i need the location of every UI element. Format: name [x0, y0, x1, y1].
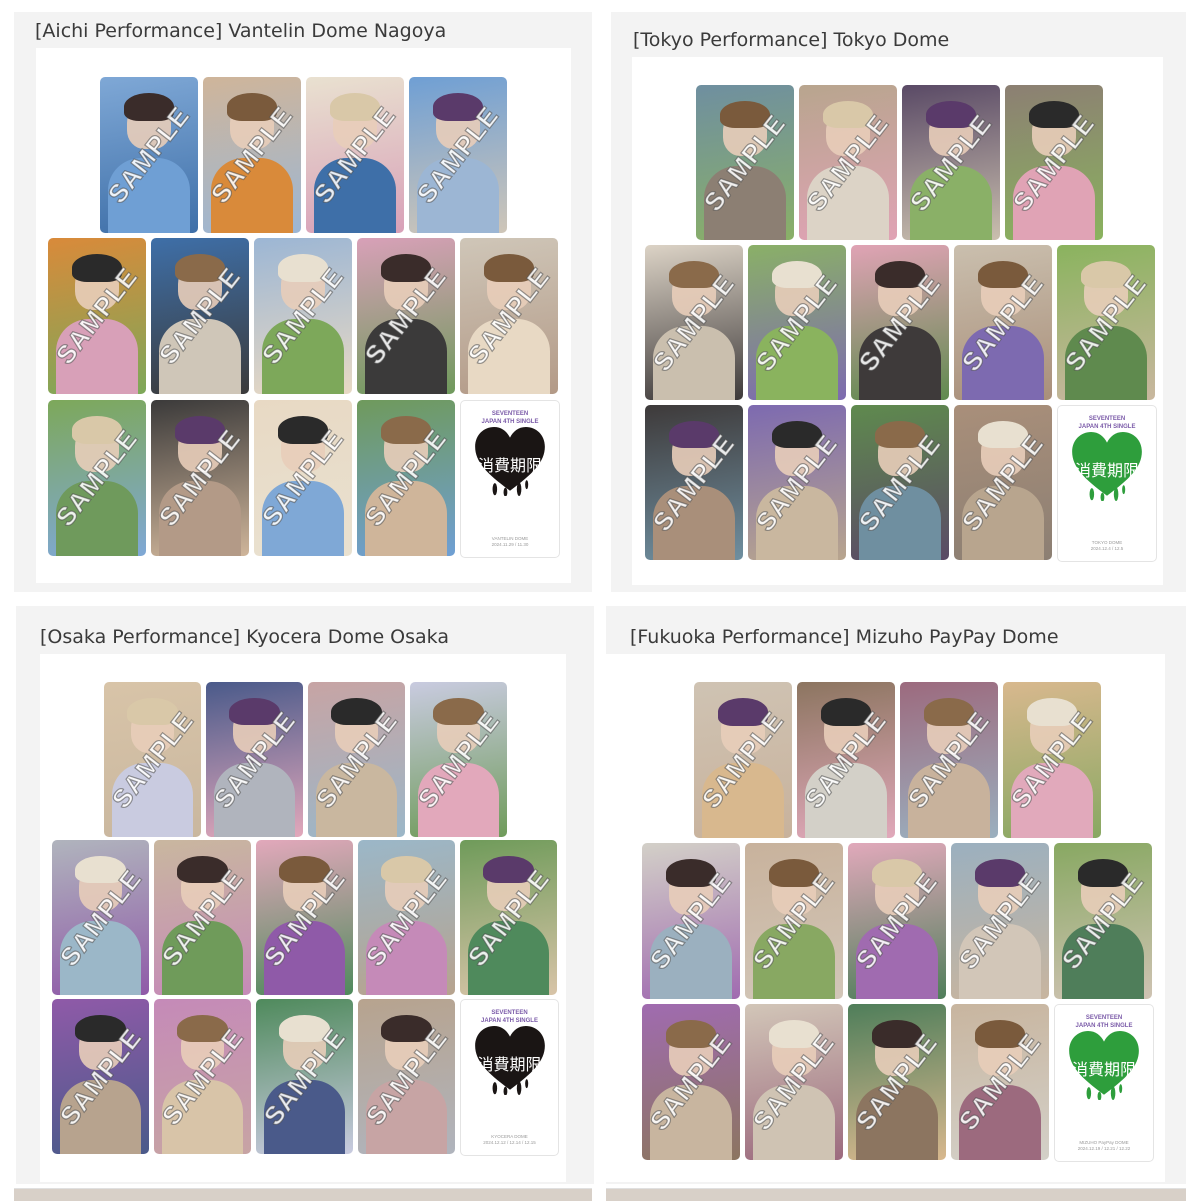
photocard: SAMPLE [203, 77, 301, 233]
photocard: SAMPLE [902, 85, 1000, 240]
heart-drip [1097, 1091, 1102, 1101]
photocard: SAMPLE [1057, 245, 1155, 400]
heart-drip [503, 1086, 507, 1095]
photocard: SAMPLE [154, 999, 251, 1154]
heart-drip [1122, 484, 1126, 495]
special-single-card: SEVENTEEN JAPAN 4TH SINGLE 消費期限 MIZUHO PayP… [1054, 1004, 1154, 1162]
photocard: SAMPLE [1054, 843, 1152, 999]
card-jp-title: 消費期限 [1071, 1060, 1136, 1080]
photocard: SAMPLE [799, 85, 897, 240]
card-artist-name: SEVENTEEN [491, 411, 529, 417]
photocard: SAMPLE [100, 77, 198, 233]
photocard: SAMPLE [357, 400, 455, 556]
heart-drip [1113, 487, 1119, 501]
photocard: SAMPLE [645, 245, 743, 400]
card-date: 2024.11.29 / 11.30 [491, 542, 529, 547]
photocard: SAMPLE [851, 405, 949, 560]
panel-title-aichi: [Aichi Performance] Vantelin Dome Nagoya [35, 20, 447, 42]
photocard: SAMPLE [358, 840, 455, 995]
photocard: SAMPLE [256, 999, 353, 1154]
panel-title-osaka: [Osaka Performance] Kyocera Dome Osaka [40, 626, 449, 648]
heart-drip [516, 1081, 521, 1095]
card-venue: TOKYO DOME [1091, 540, 1123, 545]
heart-drip [492, 483, 498, 496]
card-artist-name: SEVENTEEN [1088, 416, 1126, 422]
photocard: SAMPLE [645, 405, 743, 560]
card-date: 2024.12.4 / 12.5 [1090, 546, 1124, 551]
photocard: SAMPLE [848, 1004, 946, 1160]
heart-drip [1119, 1084, 1123, 1094]
photocard: SAMPLE [954, 245, 1052, 400]
heart-drip [525, 480, 529, 490]
photocard: SAMPLE [154, 840, 251, 995]
panel-title-fukuoka: [Fukuoka Performance] Mizuho PayPay Dome [630, 626, 1059, 648]
card-artist-name: SEVENTEEN [491, 1010, 528, 1016]
photocard: SAMPLE [52, 999, 149, 1154]
card-artist-name: SEVENTEEN [1085, 1015, 1123, 1021]
heart-drip [1089, 488, 1095, 501]
card-venue: MIZUHO PayPay DOME [1079, 1140, 1129, 1145]
panel-title-tokyo: [Tokyo Performance] Tokyo Dome [633, 29, 950, 51]
photocard: SAMPLE [206, 682, 303, 837]
photocard: SAMPLE [696, 85, 794, 240]
photocard: SAMPLE [900, 682, 998, 838]
card-date: 2024.12.12 / 12.14 / 12.15 [483, 1140, 536, 1145]
special-single-card: SEVENTEEN JAPAN 4TH SINGLE 消費期限 KYOCERA DOM… [460, 999, 559, 1156]
next-row-edge [606, 1188, 1186, 1201]
heart-drip [1110, 1086, 1116, 1101]
photocard: SAMPLE [460, 238, 558, 394]
photocard: SAMPLE [460, 840, 557, 995]
photocard: SAMPLE [1005, 85, 1103, 240]
photocard: SAMPLE [951, 1004, 1049, 1160]
photocard: SAMPLE [254, 238, 352, 394]
photocard: SAMPLE [52, 840, 149, 995]
photocard: SAMPLE [951, 843, 1049, 999]
card-date: 2024.12.19 / 12.21 / 12.22 [1077, 1146, 1131, 1151]
card-jp-title: 消費期限 [477, 1055, 542, 1075]
photocard: SAMPLE [851, 245, 949, 400]
photocard: SAMPLE [151, 400, 249, 556]
photocard: SAMPLE [694, 682, 792, 838]
photocard: SAMPLE [357, 238, 455, 394]
photocard: SAMPLE [954, 405, 1052, 560]
special-single-card: SEVENTEEN JAPAN 4TH SINGLE 消費期限 VANTELIN DO… [460, 400, 560, 558]
photocard: SAMPLE [797, 682, 895, 838]
photocard: SAMPLE [254, 400, 352, 556]
card-venue: KYOCERA DOME [491, 1134, 528, 1139]
photocard: SAMPLE [745, 843, 843, 999]
photocard: SAMPLE [748, 245, 846, 400]
photocard: SAMPLE [748, 405, 846, 560]
heart-drip [1086, 1087, 1092, 1100]
photocard: SAMPLE [1003, 682, 1101, 838]
heart-drip [516, 482, 522, 497]
photocard: SAMPLE [642, 1004, 740, 1160]
photocard: SAMPLE [358, 999, 455, 1154]
photocard: SAMPLE [306, 77, 404, 233]
photocard: SAMPLE [745, 1004, 843, 1160]
photocard: SAMPLE [848, 843, 946, 999]
photocard: SAMPLE [104, 682, 201, 837]
card-venue: VANTELIN DOME [491, 536, 529, 541]
photocard: SAMPLE [642, 843, 740, 999]
photocard: SAMPLE [151, 238, 249, 394]
next-row-edge [14, 1188, 592, 1201]
photocard: SAMPLE [256, 840, 353, 995]
heart-drip [524, 1078, 528, 1089]
heart-drip [492, 1082, 497, 1095]
card-jp-title: 消費期限 [477, 456, 542, 476]
photocard: SAMPLE [308, 682, 405, 837]
special-single-card: SEVENTEEN JAPAN 4TH SINGLE 消費期限 TOKYO DOME 2… [1057, 405, 1157, 562]
photocard: SAMPLE [48, 400, 146, 556]
photocard: SAMPLE [409, 77, 507, 233]
photocard: SAMPLE [48, 238, 146, 394]
card-jp-title: 消費期限 [1074, 461, 1139, 481]
heart-drip [1100, 492, 1105, 501]
photocard: SAMPLE [410, 682, 507, 837]
heart-drip [503, 487, 508, 497]
